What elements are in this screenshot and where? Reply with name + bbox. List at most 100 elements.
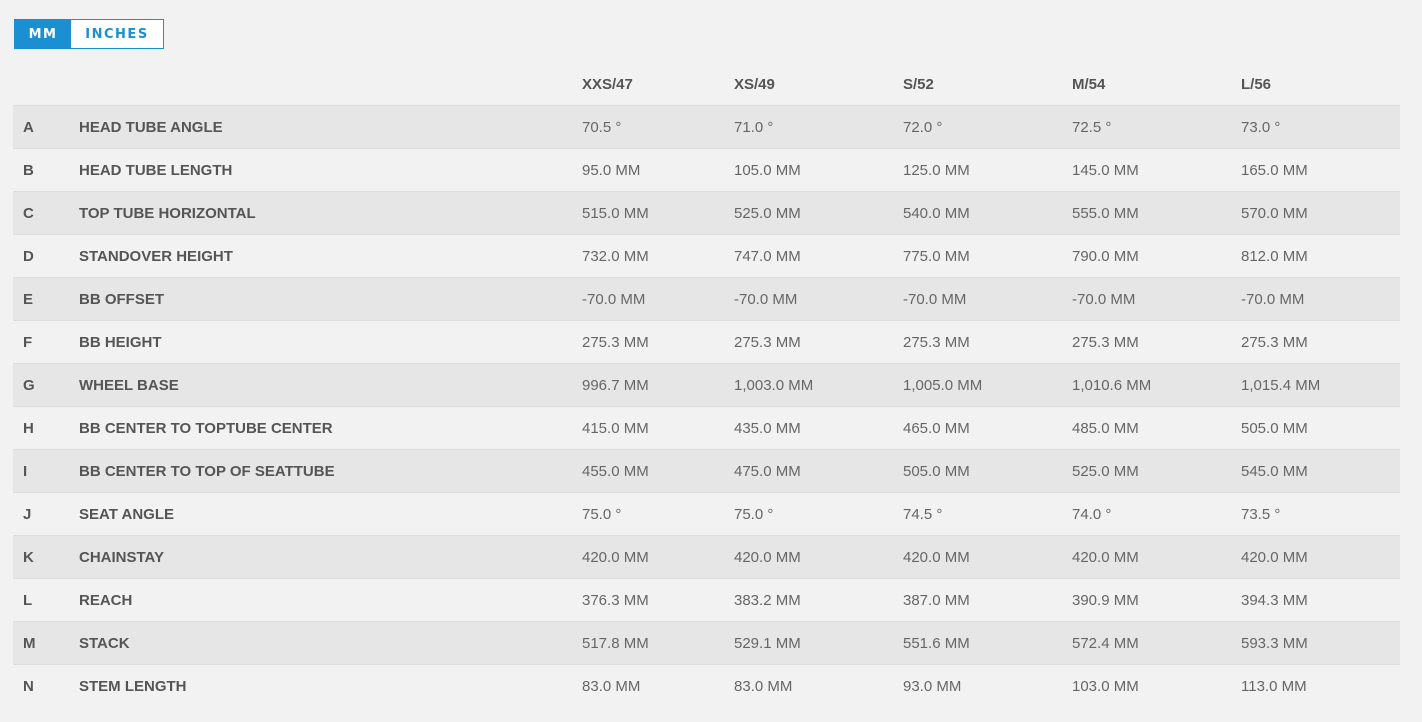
row-value-cell: 75.0 ° [582, 492, 734, 536]
row-measurement-label: SEAT ANGLE [79, 492, 582, 536]
table-row: B HEAD TUBE LENGTH 95.0 MM 105.0 MM 125.0 MM… [13, 148, 1400, 192]
table-row: J SEAT ANGLE 75.0 ° 75.0 ° 74.5 ° 74.0 ° 73.5 … [13, 492, 1400, 536]
row-key-letter: D [13, 234, 79, 278]
row-value-cell: 555.0 MM [1072, 191, 1241, 235]
row-value-cell: 145.0 MM [1072, 148, 1241, 192]
table-body: A HEAD TUBE ANGLE 70.5 ° 71.0 ° 72.0 ° 72.5 °… [13, 105, 1400, 707]
row-value-cell: 74.0 ° [1072, 492, 1241, 536]
row-value-cell: 73.5 ° [1241, 492, 1400, 536]
row-value-cell: 74.5 ° [903, 492, 1072, 536]
row-measurement-label: HEAD TUBE LENGTH [79, 148, 582, 192]
row-measurement-label: WHEEL BASE [79, 363, 582, 407]
mm-unit-button[interactable]: MM [15, 20, 71, 48]
row-value-cell: 551.6 MM [903, 621, 1072, 665]
column-header: M/54 [1072, 75, 1106, 93]
row-value-cell: -70.0 MM [1072, 277, 1241, 321]
row-value-cell: -70.0 MM [903, 277, 1072, 321]
row-value-cell: 790.0 MM [1072, 234, 1241, 278]
table-row: A HEAD TUBE ANGLE 70.5 ° 71.0 ° 72.0 ° 72.5 °… [13, 105, 1400, 149]
row-value-cell: 505.0 MM [1241, 406, 1400, 450]
row-value-cell: 570.0 MM [1241, 191, 1400, 235]
row-value-cell: 455.0 MM [582, 449, 734, 493]
row-value-cell: 465.0 MM [903, 406, 1072, 450]
row-value-cell: 1,015.4 MM [1241, 363, 1400, 407]
row-value-cell: 394.3 MM [1241, 578, 1400, 622]
row-value-cell: 505.0 MM [903, 449, 1072, 493]
row-value-cell: 275.3 MM [734, 320, 903, 364]
table-row: K CHAINSTAY 420.0 MM 420.0 MM 420.0 MM 420.0 … [13, 535, 1400, 579]
row-value-cell: 275.3 MM [903, 320, 1072, 364]
table-row: M STACK 517.8 MM 529.1 MM 551.6 MM 572.4 MM 59… [13, 621, 1400, 665]
row-measurement-label: STANDOVER HEIGHT [79, 234, 582, 278]
table-row: E BB OFFSET -70.0 MM -70.0 MM -70.0 MM -70.0 … [13, 277, 1400, 321]
row-key-letter: L [13, 578, 79, 622]
row-value-cell: 747.0 MM [734, 234, 903, 278]
row-value-cell: 93.0 MM [903, 664, 1072, 707]
row-key-letter: F [13, 320, 79, 364]
row-value-cell: 572.4 MM [1072, 621, 1241, 665]
row-value-cell: 435.0 MM [734, 406, 903, 450]
row-value-cell: 275.3 MM [582, 320, 734, 364]
column-header: S/52 [903, 75, 934, 93]
row-value-cell: 545.0 MM [1241, 449, 1400, 493]
row-value-cell: 72.0 ° [903, 105, 1072, 149]
row-key-letter: J [13, 492, 79, 536]
row-value-cell: 113.0 MM [1241, 664, 1400, 707]
row-measurement-label: HEAD TUBE ANGLE [79, 105, 582, 149]
row-key-letter: M [13, 621, 79, 665]
row-value-cell: -70.0 MM [582, 277, 734, 321]
row-value-cell: 420.0 MM [903, 535, 1072, 579]
row-value-cell: 812.0 MM [1241, 234, 1400, 278]
row-measurement-label: TOP TUBE HORIZONTAL [79, 191, 582, 235]
table-row: F BB HEIGHT 275.3 MM 275.3 MM 275.3 MM 275.3 … [13, 320, 1400, 364]
column-header: XXS/47 [582, 75, 633, 93]
inches-unit-button[interactable]: INCHES [71, 20, 163, 48]
row-value-cell: 525.0 MM [734, 191, 903, 235]
row-value-cell: 103.0 MM [1072, 664, 1241, 707]
row-value-cell: 73.0 ° [1241, 105, 1400, 149]
table-row: H BB CENTER TO TOPTUBE CENTER 415.0 MM 435.… [13, 406, 1400, 450]
row-value-cell: 72.5 ° [1072, 105, 1241, 149]
row-value-cell: -70.0 MM [734, 277, 903, 321]
row-value-cell: 529.1 MM [734, 621, 903, 665]
row-value-cell: 75.0 ° [734, 492, 903, 536]
row-value-cell: 420.0 MM [1241, 535, 1400, 579]
row-value-cell: -70.0 MM [1241, 277, 1400, 321]
row-value-cell: 420.0 MM [734, 535, 903, 579]
row-measurement-label: STACK [79, 621, 582, 665]
row-value-cell: 420.0 MM [1072, 535, 1241, 579]
row-value-cell: 1,010.6 MM [1072, 363, 1241, 407]
row-value-cell: 540.0 MM [903, 191, 1072, 235]
row-key-letter: K [13, 535, 79, 579]
row-value-cell: 95.0 MM [582, 148, 734, 192]
row-value-cell: 593.3 MM [1241, 621, 1400, 665]
row-measurement-label: STEM LENGTH [79, 664, 582, 707]
header-key-cell [13, 63, 79, 106]
row-value-cell: 83.0 MM [582, 664, 734, 707]
row-value-cell: 415.0 MM [582, 406, 734, 450]
row-value-cell: 70.5 ° [582, 105, 734, 149]
row-value-cell: 390.9 MM [1072, 578, 1241, 622]
row-key-letter: G [13, 363, 79, 407]
table-row: L REACH 376.3 MM 383.2 MM 387.0 MM 390.9 MM 39… [13, 578, 1400, 622]
header-label-cell [79, 63, 582, 106]
row-measurement-label: BB CENTER TO TOPTUBE CENTER [79, 406, 582, 450]
row-value-cell: 1,005.0 MM [903, 363, 1072, 407]
row-value-cell: 165.0 MM [1241, 148, 1400, 192]
row-measurement-label: CHAINSTAY [79, 535, 582, 579]
column-header: L/56 [1241, 75, 1272, 93]
table-row: C TOP TUBE HORIZONTAL 515.0 MM 525.0 MM 540.… [13, 191, 1400, 235]
row-value-cell: 732.0 MM [582, 234, 734, 278]
row-value-cell: 376.3 MM [582, 578, 734, 622]
row-value-cell: 525.0 MM [1072, 449, 1241, 493]
geometry-page: MM INCHES XXS/47 XS/49 S/52 M/54 L/56 AH… [0, 0, 1422, 722]
row-value-cell: 775.0 MM [903, 234, 1072, 278]
row-key-letter: A [13, 105, 79, 149]
row-value-cell: 275.3 MM [1072, 320, 1241, 364]
row-key-letter: E [13, 277, 79, 321]
column-header: XS/49 [734, 75, 775, 93]
row-measurement-label: BB OFFSET [79, 277, 582, 321]
row-measurement-label: BB HEIGHT [79, 320, 582, 364]
row-value-cell: 387.0 MM [903, 578, 1072, 622]
row-value-cell: 515.0 MM [582, 191, 734, 235]
